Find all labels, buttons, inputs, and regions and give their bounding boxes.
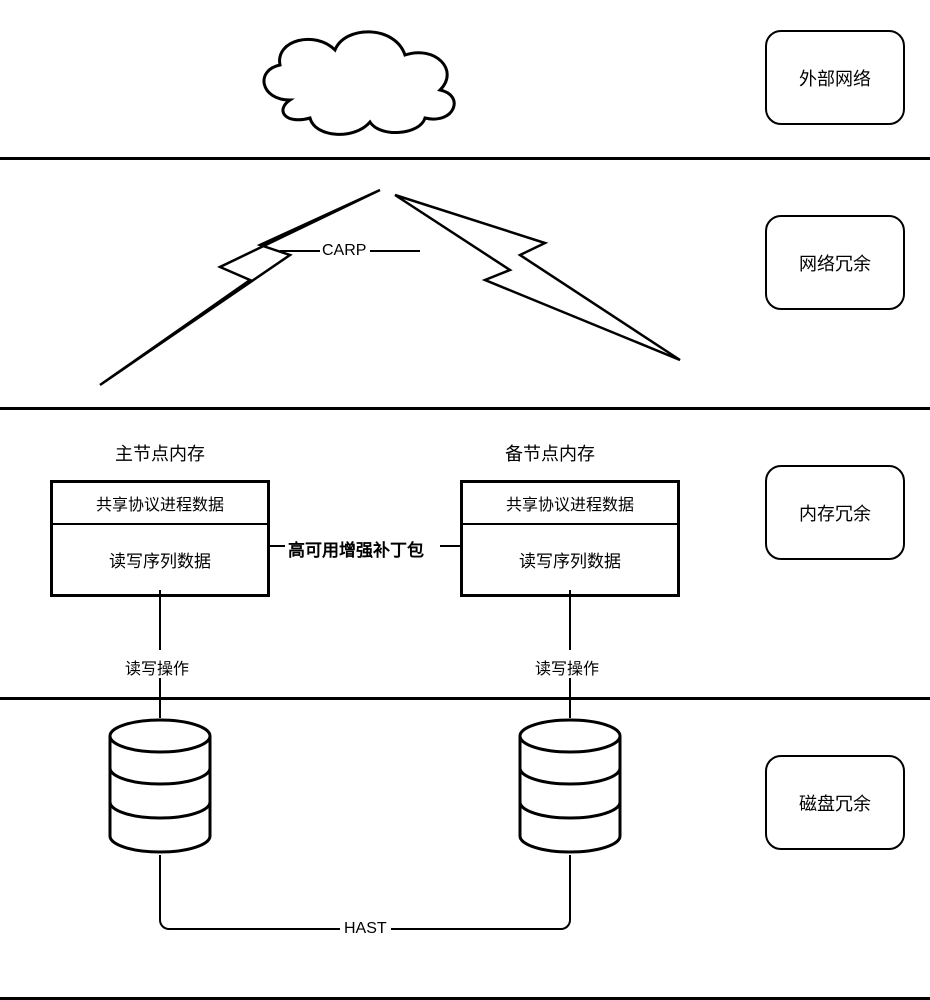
primary-shared-protocol: 共享协议进程数据 bbox=[53, 483, 267, 525]
backup-rw-op: 读写操作 bbox=[535, 655, 599, 679]
backup-shared-protocol: 共享协议进程数据 bbox=[463, 483, 677, 525]
primary-node-title: 主节点内存 bbox=[115, 440, 205, 466]
center-connector-left bbox=[270, 545, 285, 547]
lightning-right-icon bbox=[390, 185, 690, 405]
text-network-redundancy: 网络冗余 bbox=[799, 250, 871, 276]
hast-label: HAST bbox=[340, 920, 391, 938]
primary-memory-box: 共享协议进程数据 读写序列数据 bbox=[50, 480, 270, 597]
layer-disk-redundancy: HAST 磁盘冗余 bbox=[0, 700, 930, 1000]
cloud-icon bbox=[240, 10, 480, 150]
carp-connector-right bbox=[370, 250, 420, 252]
backup-rw-sequence: 读写序列数据 bbox=[463, 525, 677, 594]
backup-vline bbox=[569, 590, 571, 650]
carp-connector-left bbox=[280, 250, 322, 252]
label-memory-redundancy: 内存冗余 bbox=[765, 465, 905, 560]
primary-disk-vline bbox=[159, 700, 161, 718]
label-disk-redundancy: 磁盘冗余 bbox=[765, 755, 905, 850]
lightning-left-icon bbox=[90, 185, 390, 405]
backup-vline2 bbox=[569, 678, 571, 700]
center-connector-right bbox=[440, 545, 460, 547]
text-external-network: 外部网络 bbox=[799, 65, 871, 91]
text-memory-redundancy: 内存冗余 bbox=[799, 500, 871, 526]
primary-vline2 bbox=[159, 678, 161, 700]
backup-disk-icon bbox=[515, 718, 625, 858]
label-network-redundancy: 网络冗余 bbox=[765, 215, 905, 310]
backup-node-title: 备节点内存 bbox=[505, 440, 595, 466]
backup-memory-box: 共享协议进程数据 读写序列数据 bbox=[460, 480, 680, 597]
text-disk-redundancy: 磁盘冗余 bbox=[799, 790, 871, 816]
ha-patch-label: 高可用增强补丁包 bbox=[288, 536, 424, 561]
layer-external-network: 外部网络 bbox=[0, 0, 930, 160]
carp-label: CARP bbox=[320, 242, 368, 260]
primary-disk-icon bbox=[105, 718, 215, 858]
primary-rw-sequence: 读写序列数据 bbox=[53, 525, 267, 594]
layer-memory-redundancy: 主节点内存 备节点内存 共享协议进程数据 读写序列数据 共享协议进程数据 读写序… bbox=[0, 410, 930, 700]
backup-disk-vline bbox=[569, 700, 571, 718]
label-external-network: 外部网络 bbox=[765, 30, 905, 125]
primary-vline bbox=[159, 590, 161, 650]
primary-rw-op: 读写操作 bbox=[125, 655, 189, 679]
layer-network-redundancy: CARP 网络冗余 bbox=[0, 160, 930, 410]
